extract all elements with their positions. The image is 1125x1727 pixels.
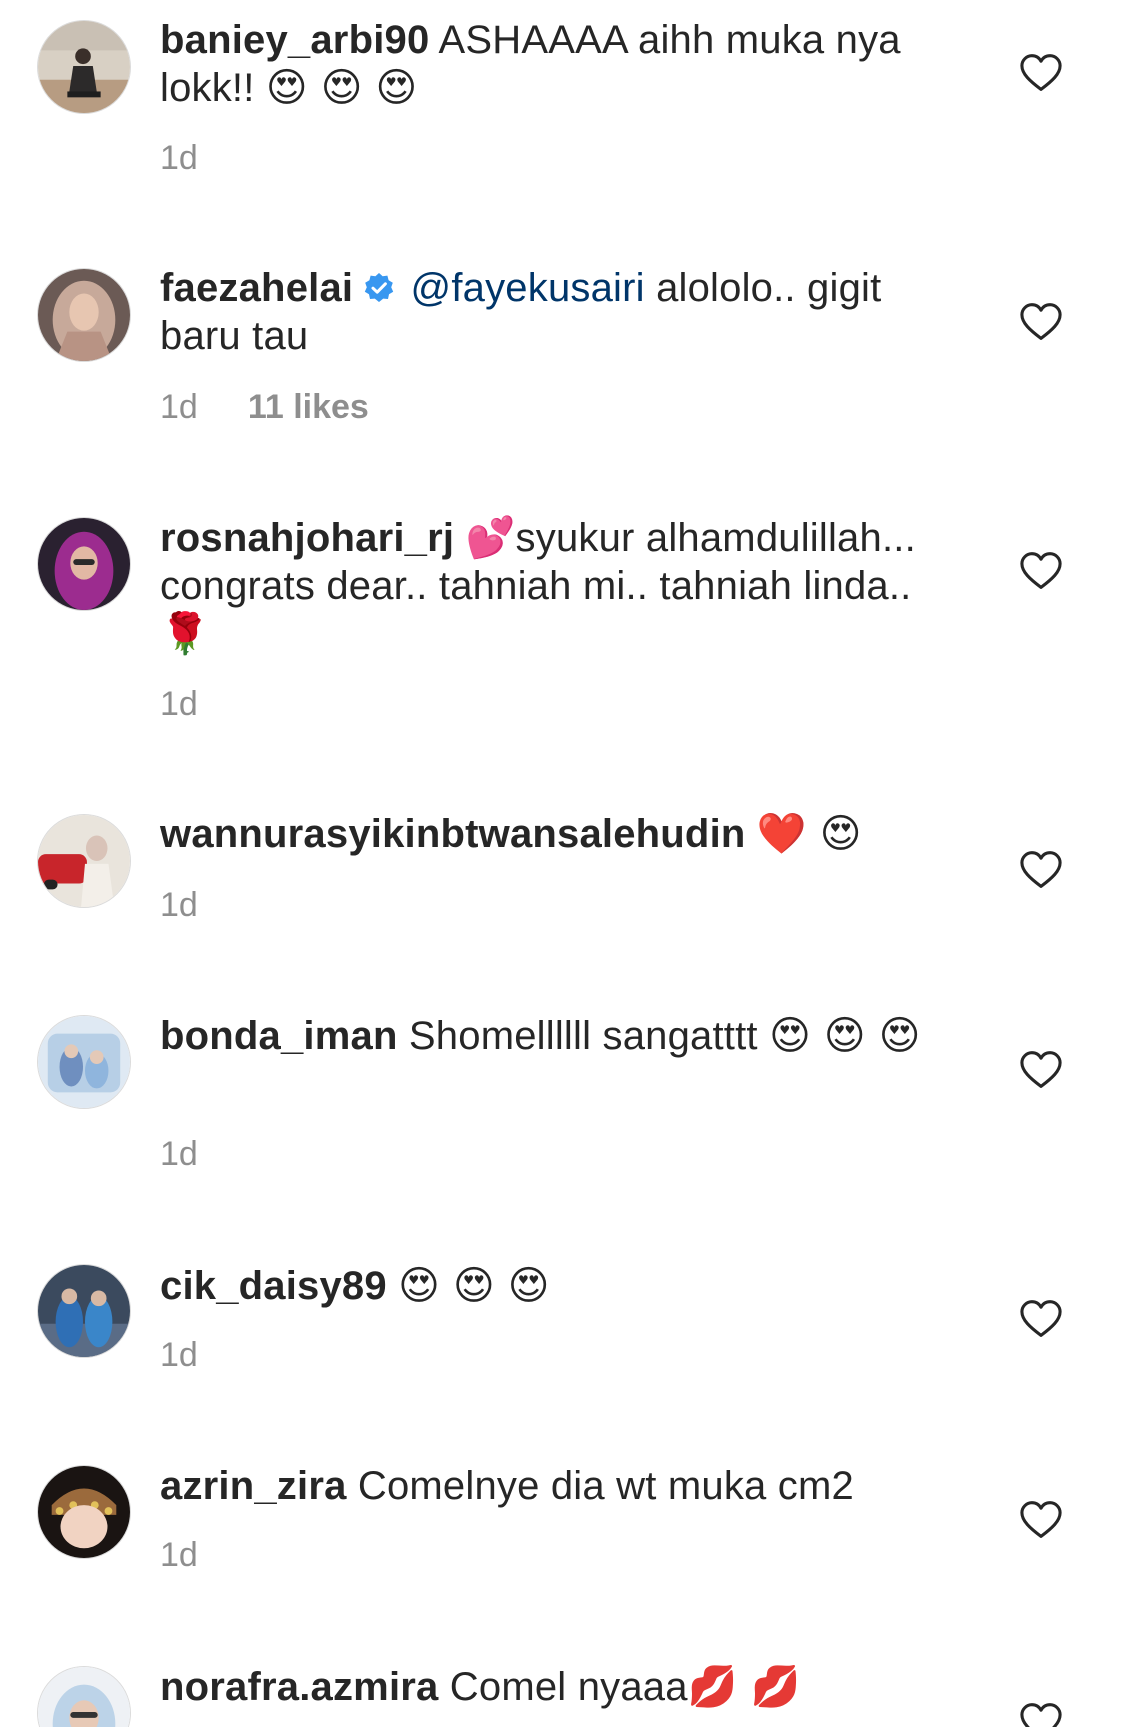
like-button[interactable] <box>1019 1500 1063 1540</box>
comment-username[interactable]: bonda_iman <box>160 1014 398 1058</box>
avatar-image <box>38 21 130 113</box>
avatar[interactable] <box>37 1666 131 1727</box>
comment-meta: 1d <box>160 885 198 925</box>
comment-meta: 1d <box>160 684 198 724</box>
avatar[interactable] <box>37 1264 131 1358</box>
comment-username[interactable]: cik_daisy89 <box>160 1264 387 1308</box>
comment-likes-count[interactable]: 11 likes <box>248 388 369 426</box>
avatar-image <box>38 1016 130 1108</box>
comment-text: faezahelai @fayekusairi alololo.. gigit … <box>160 264 960 360</box>
avatar[interactable] <box>37 814 131 908</box>
avatar[interactable] <box>37 1015 131 1109</box>
avatar-image <box>38 1667 130 1727</box>
avatar-image <box>38 1466 130 1558</box>
comment-meta: 1d 11 likes <box>160 387 369 427</box>
heart-outline-icon <box>1020 303 1062 340</box>
comment-time: 1d <box>160 886 198 924</box>
comment-time: 1d <box>160 1536 198 1574</box>
kiss-emoji-icon: 💋 💋 <box>687 1664 801 1710</box>
emoji-icon: 😍 😍 😍 <box>265 65 418 111</box>
emoji-icon: 😍 😍 😍 <box>398 1263 550 1309</box>
comment-message: Comelnye dia wt muka cm2 <box>357 1464 854 1508</box>
like-button[interactable] <box>1019 551 1063 591</box>
comment-time: 1d <box>160 139 198 177</box>
comment-username[interactable]: rosnahjohari_rj <box>160 516 454 560</box>
rose-emoji-icon: 🌹 <box>160 611 211 657</box>
like-button[interactable] <box>1019 302 1063 342</box>
comment-mention[interactable]: @fayekusairi <box>411 266 645 310</box>
comment-time: 1d <box>160 685 198 723</box>
comment-meta: 1d <box>160 1335 198 1375</box>
heart-outline-icon <box>1020 552 1062 589</box>
comment-meta: 1d <box>160 138 198 178</box>
heart-outline-icon <box>1020 1703 1062 1727</box>
avatar-image <box>38 518 130 610</box>
avatar[interactable] <box>37 517 131 611</box>
comment-text: norafra.azmira Comel nyaaa💋 💋 <box>160 1663 960 1711</box>
avatar[interactable] <box>37 20 131 114</box>
like-button[interactable] <box>1019 850 1063 890</box>
comment-text: cik_daisy89 😍 😍 😍 <box>160 1262 960 1310</box>
avatar[interactable] <box>37 268 131 362</box>
comment-username[interactable]: baniey_arbi90 <box>160 18 429 62</box>
emoji-icon: 😍 😍 😍 <box>769 1013 921 1059</box>
comment-time: 1d <box>160 1135 198 1173</box>
avatar[interactable] <box>37 1465 131 1559</box>
comment-username[interactable]: wannurasyikinbtwansalehudin <box>160 812 746 856</box>
heart-outline-icon <box>1020 1051 1062 1088</box>
like-button[interactable] <box>1019 53 1063 93</box>
like-button[interactable] <box>1019 1299 1063 1339</box>
comment-text: baniey_arbi90 ASHAAAA aihh muka nya lokk… <box>160 16 960 112</box>
avatar-image <box>38 1265 130 1357</box>
avatar-image <box>38 815 130 907</box>
comment-list: baniey_arbi90 ASHAAAA aihh muka nya lokk… <box>0 0 1125 1727</box>
comment-meta: 1d <box>160 1134 198 1174</box>
verified-badge-icon <box>363 272 395 304</box>
comment-username[interactable]: norafra.azmira <box>160 1665 438 1709</box>
comment-username[interactable]: faezahelai <box>160 266 353 310</box>
heart-outline-icon <box>1020 851 1062 888</box>
comment-meta: 1d <box>160 1535 198 1575</box>
emoji-icon: ❤️ 😍 <box>756 811 862 857</box>
comment-text: bonda_iman Shomellllll sangatttt 😍 😍 😍 <box>160 1012 960 1060</box>
comment-username[interactable]: azrin_zira <box>160 1464 347 1508</box>
comment-text: rosnahjohari_rj 💕syukur alhamdulillah...… <box>160 514 960 658</box>
heart-outline-icon <box>1020 1501 1062 1538</box>
emoji-icon: 💕 <box>465 515 516 561</box>
comment-text: wannurasyikinbtwansalehudin ❤️ 😍 <box>160 810 960 858</box>
like-button[interactable] <box>1019 1050 1063 1090</box>
comment-message: Comel nyaaa <box>449 1665 688 1709</box>
avatar-image <box>38 269 130 361</box>
comment-time: 1d <box>160 1336 198 1374</box>
like-button[interactable] <box>1019 1702 1063 1727</box>
comment-message: Shomellllll sangatttt <box>408 1014 758 1058</box>
heart-outline-icon <box>1020 1300 1062 1337</box>
heart-outline-icon <box>1020 54 1062 91</box>
comment-time: 1d <box>160 388 198 426</box>
comment-text: azrin_zira Comelnye dia wt muka cm2 <box>160 1462 960 1510</box>
